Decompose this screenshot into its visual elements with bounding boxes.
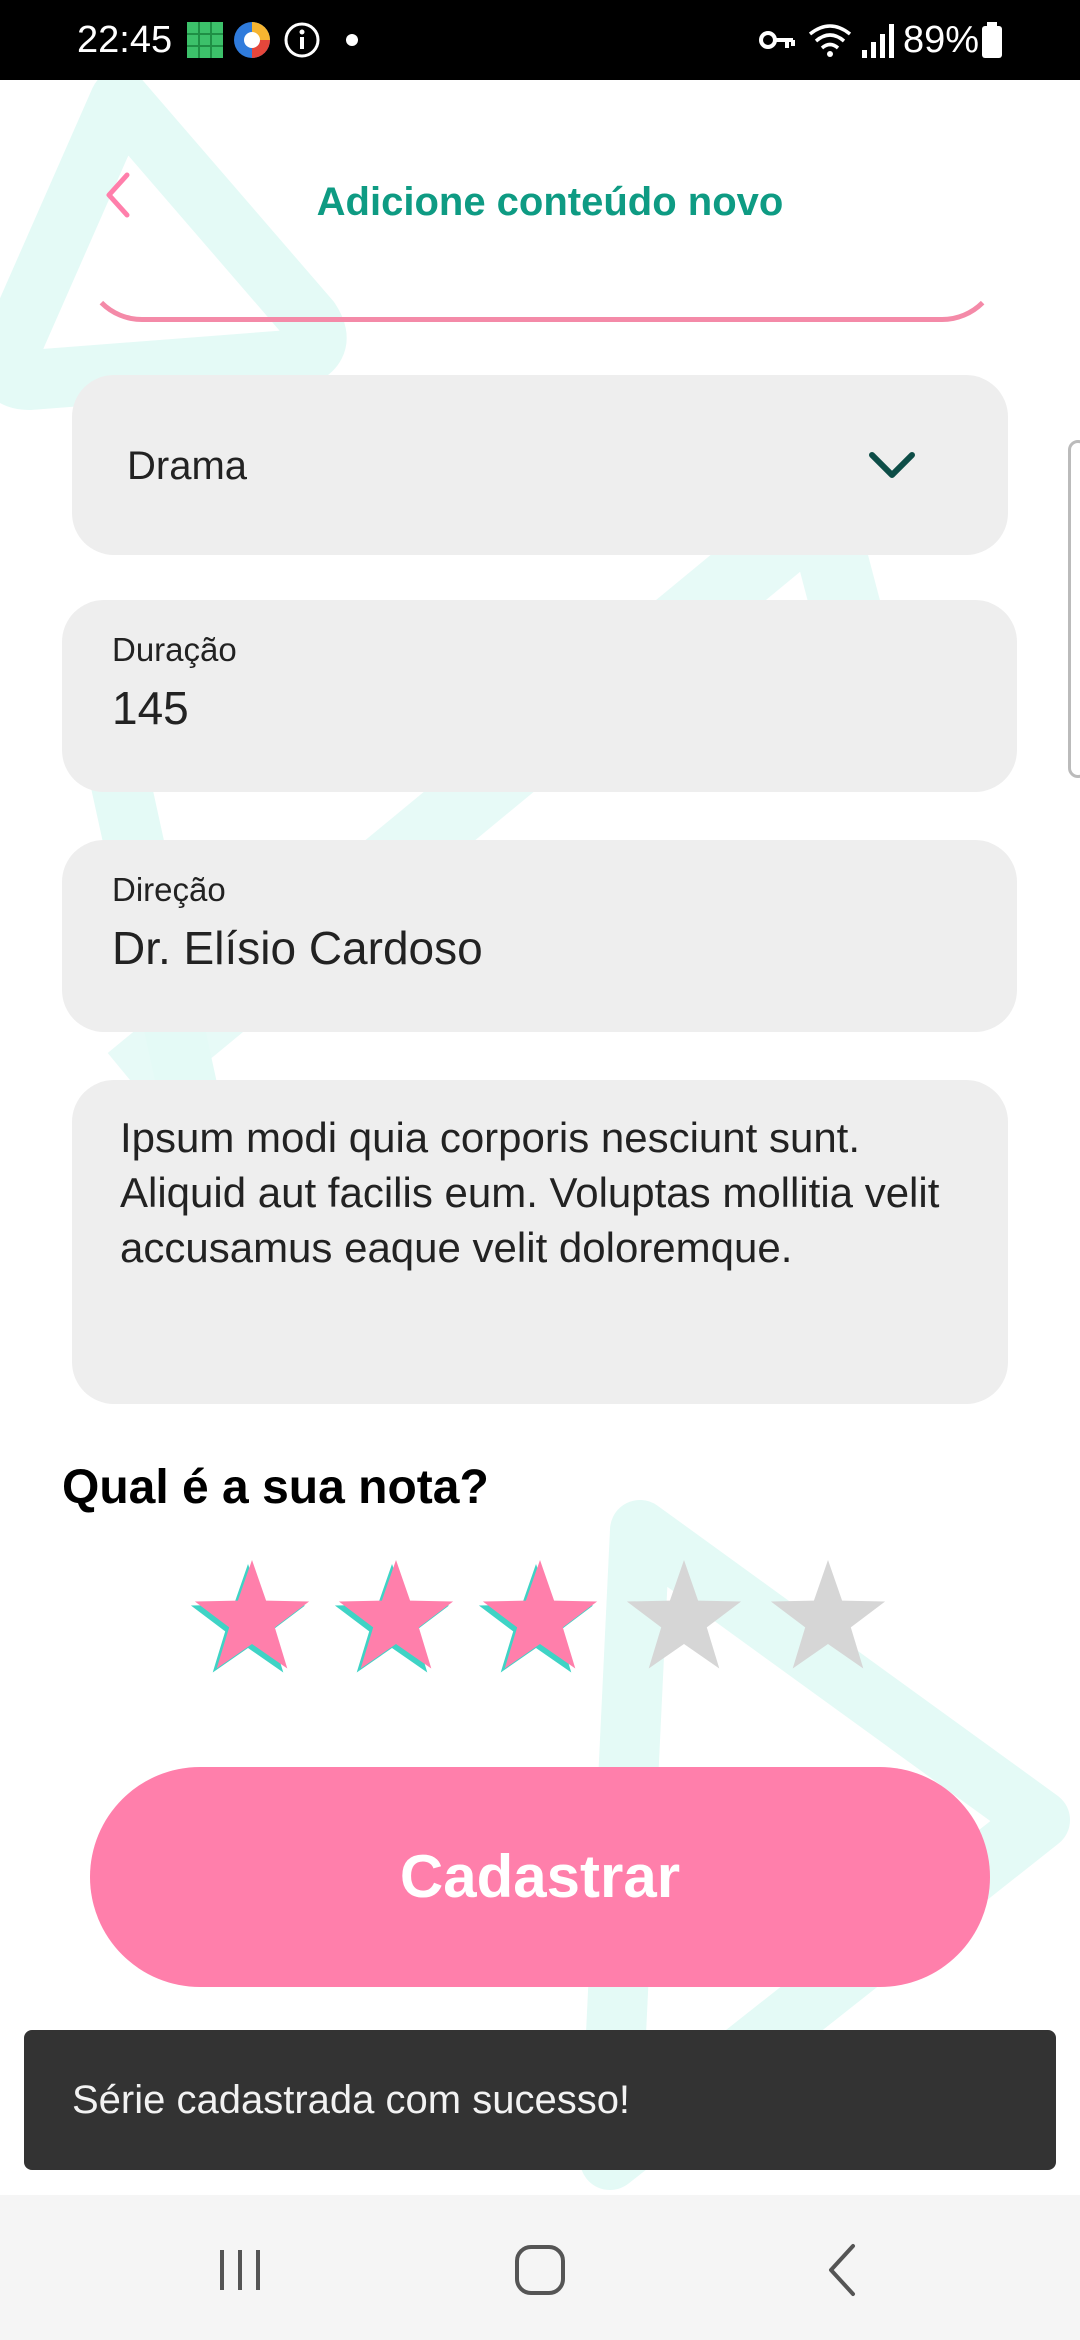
director-field[interactable]: Direção Dr. Elísio Cardoso (62, 840, 1017, 1032)
battery-percent: 89% (903, 19, 980, 61)
wifi-icon (808, 24, 852, 57)
sheets-icon (187, 22, 223, 58)
star-filled-icon[interactable] (482, 1560, 598, 1669)
edge-panel-handle[interactable] (1068, 440, 1080, 778)
vpn-key-icon (759, 31, 795, 49)
snackbar: Série cadastrada com sucesso! (24, 2030, 1056, 2170)
star-filled-icon[interactable] (338, 1560, 454, 1669)
status-time: 22:45 (77, 19, 173, 61)
rating-question: Qual é a sua nota? (62, 1461, 489, 1514)
director-label: Direção (112, 871, 226, 908)
duration-value: 145 (112, 682, 189, 734)
info-icon (284, 22, 320, 58)
genre-value: Drama (127, 444, 248, 488)
director-value: Dr. Elísio Cardoso (112, 922, 483, 974)
submit-button[interactable]: Cadastrar (90, 1767, 990, 1987)
duration-label: Duração (112, 631, 237, 668)
star-empty-icon[interactable] (770, 1560, 886, 1669)
description-value: Ipsum modi quia corporis nesciunt sunt. … (120, 1114, 940, 1271)
status-bar: 22:45 89% (0, 0, 1080, 80)
back-icon[interactable] (815, 2240, 875, 2300)
app-color-icon (234, 22, 270, 58)
recent-apps-icon[interactable] (210, 2240, 270, 2300)
chevron-down-icon[interactable] (866, 447, 918, 483)
rating-stars (190, 1560, 886, 1673)
duration-field[interactable]: Duração 145 (62, 600, 1017, 792)
dot-icon (346, 34, 358, 46)
signal-icon (862, 24, 894, 58)
title-input-partial[interactable] (82, 230, 1002, 322)
star-empty-icon[interactable] (626, 1560, 742, 1669)
battery-icon (982, 22, 1002, 58)
description-textarea[interactable]: Ipsum modi quia corporis nesciunt sunt. … (72, 1080, 1008, 1404)
page-title: Adicione conteúdo novo (316, 180, 784, 224)
home-icon[interactable] (510, 2240, 570, 2300)
star-filled-icon[interactable] (194, 1560, 310, 1669)
navigation-bar (0, 2195, 1080, 2340)
